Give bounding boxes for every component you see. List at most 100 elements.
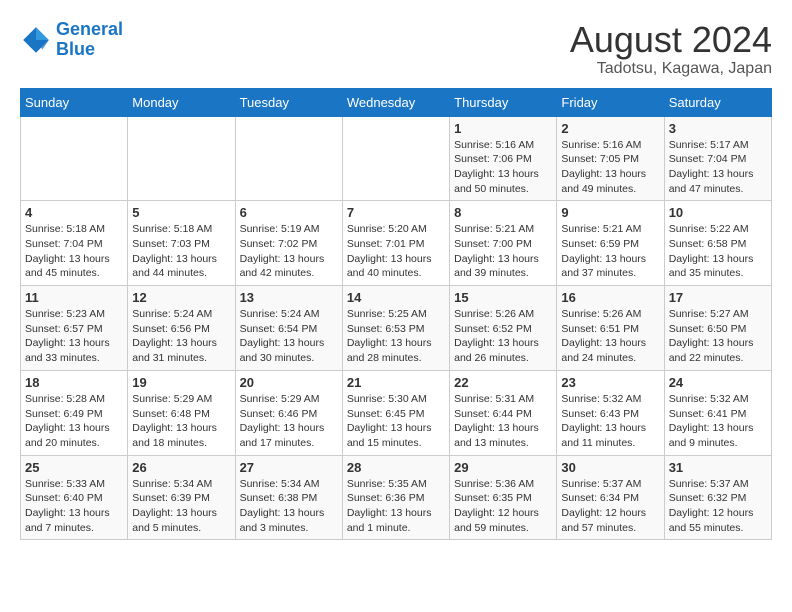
day-cell: 15Sunrise: 5:26 AM Sunset: 6:52 PM Dayli… [450, 286, 557, 371]
day-number: 28 [347, 460, 445, 475]
day-cell: 6Sunrise: 5:19 AM Sunset: 7:02 PM Daylig… [235, 201, 342, 286]
day-cell: 10 Sunrise: 5:22 AM Sunset: 6:58 PM Dayli… [664, 201, 771, 286]
day-number: 7 [347, 205, 445, 220]
calendar-table: SundayMondayTuesdayWednesdayThursdayFrid… [20, 88, 772, 541]
day-info: Sunrise: 5:27 AM Sunset: 6:50 PM Dayligh… [669, 307, 767, 366]
day-info: Sunrise: 5:34 AM Sunset: 6:38 PM Dayligh… [240, 477, 338, 536]
day-info: Sunrise: 5:21 AM Sunset: 7:00 PM Dayligh… [454, 222, 552, 281]
day-cell: 12Sunrise: 5:24 AM Sunset: 6:56 PM Dayli… [128, 286, 235, 371]
weekday-header-wednesday: Wednesday [342, 88, 449, 116]
day-info: Sunrise: 5:30 AM Sunset: 6:45 PM Dayligh… [347, 392, 445, 451]
day-info: Sunrise: 5:26 AM Sunset: 6:51 PM Dayligh… [561, 307, 659, 366]
day-info: Sunrise: 5:36 AM Sunset: 6:35 PM Dayligh… [454, 477, 552, 536]
day-number: 2 [561, 121, 659, 136]
day-cell: 24 Sunrise: 5:32 AM Sunset: 6:41 PM Dayli… [664, 370, 771, 455]
day-number: 19 [132, 375, 230, 390]
day-number: 30 [561, 460, 659, 475]
day-info: Sunrise: 5:24 AM Sunset: 6:56 PM Dayligh… [132, 307, 230, 366]
day-cell: 5Sunrise: 5:18 AM Sunset: 7:03 PM Daylig… [128, 201, 235, 286]
day-number: 1 [454, 121, 552, 136]
day-cell: 11Sunrise: 5:23 AM Sunset: 6:57 PM Dayli… [21, 286, 128, 371]
day-number: 17 [669, 290, 767, 305]
day-number: 11 [25, 290, 123, 305]
day-cell: 17 Sunrise: 5:27 AM Sunset: 6:50 PM Dayli… [664, 286, 771, 371]
day-number: 24 [669, 375, 767, 390]
day-number: 31 [669, 460, 767, 475]
title-block: August 2024 Tadotsu, Kagawa, Japan [570, 20, 772, 78]
day-cell [342, 116, 449, 201]
day-number: 29 [454, 460, 552, 475]
day-number: 4 [25, 205, 123, 220]
weekday-header-tuesday: Tuesday [235, 88, 342, 116]
weekday-header-monday: Monday [128, 88, 235, 116]
day-info: Sunrise: 5:16 AM Sunset: 7:06 PM Dayligh… [454, 138, 552, 197]
day-cell: 19 Sunrise: 5:29 AM Sunset: 6:48 PM Dayli… [128, 370, 235, 455]
day-info: Sunrise: 5:25 AM Sunset: 6:53 PM Dayligh… [347, 307, 445, 366]
page-header: General Blue August 2024 Tadotsu, Kagawa… [20, 20, 772, 78]
day-info: Sunrise: 5:35 AM Sunset: 6:36 PM Dayligh… [347, 477, 445, 536]
day-info: Sunrise: 5:32 AM Sunset: 6:41 PM Dayligh… [669, 392, 767, 451]
logo-line1: General [56, 19, 123, 39]
day-number: 21 [347, 375, 445, 390]
weekday-header-saturday: Saturday [664, 88, 771, 116]
day-cell: 20Sunrise: 5:29 AM Sunset: 6:46 PM Dayli… [235, 370, 342, 455]
weekday-header-friday: Friday [557, 88, 664, 116]
day-cell: 8 Sunrise: 5:21 AM Sunset: 7:00 PM Daylig… [450, 201, 557, 286]
day-cell: 13 Sunrise: 5:24 AM Sunset: 6:54 PM Dayli… [235, 286, 342, 371]
day-info: Sunrise: 5:17 AM Sunset: 7:04 PM Dayligh… [669, 138, 767, 197]
day-cell: 30Sunrise: 5:37 AM Sunset: 6:34 PM Dayli… [557, 455, 664, 540]
day-cell: 23Sunrise: 5:32 AM Sunset: 6:43 PM Dayli… [557, 370, 664, 455]
week-row-1: 1 Sunrise: 5:16 AM Sunset: 7:06 PM Daylig… [21, 116, 772, 201]
day-info: Sunrise: 5:20 AM Sunset: 7:01 PM Dayligh… [347, 222, 445, 281]
day-cell: 4 Sunrise: 5:18 AM Sunset: 7:04 PM Daylig… [21, 201, 128, 286]
day-number: 9 [561, 205, 659, 220]
day-number: 27 [240, 460, 338, 475]
day-info: Sunrise: 5:31 AM Sunset: 6:44 PM Dayligh… [454, 392, 552, 451]
logo-icon [20, 24, 52, 56]
day-cell: 29 Sunrise: 5:36 AM Sunset: 6:35 PM Dayli… [450, 455, 557, 540]
day-info: Sunrise: 5:26 AM Sunset: 6:52 PM Dayligh… [454, 307, 552, 366]
day-cell: 3 Sunrise: 5:17 AM Sunset: 7:04 PM Daylig… [664, 116, 771, 201]
day-info: Sunrise: 5:29 AM Sunset: 6:48 PM Dayligh… [132, 392, 230, 451]
weekday-header-row: SundayMondayTuesdayWednesdayThursdayFrid… [21, 88, 772, 116]
day-info: Sunrise: 5:33 AM Sunset: 6:40 PM Dayligh… [25, 477, 123, 536]
logo-line2: Blue [56, 39, 95, 59]
day-info: Sunrise: 5:24 AM Sunset: 6:54 PM Dayligh… [240, 307, 338, 366]
day-info: Sunrise: 5:16 AM Sunset: 7:05 PM Dayligh… [561, 138, 659, 197]
week-row-3: 11Sunrise: 5:23 AM Sunset: 6:57 PM Dayli… [21, 286, 772, 371]
day-cell: 1 Sunrise: 5:16 AM Sunset: 7:06 PM Daylig… [450, 116, 557, 201]
day-cell [21, 116, 128, 201]
day-info: Sunrise: 5:34 AM Sunset: 6:39 PM Dayligh… [132, 477, 230, 536]
day-info: Sunrise: 5:19 AM Sunset: 7:02 PM Dayligh… [240, 222, 338, 281]
weekday-header-thursday: Thursday [450, 88, 557, 116]
day-cell: 31 Sunrise: 5:37 AM Sunset: 6:32 PM Dayli… [664, 455, 771, 540]
day-number: 13 [240, 290, 338, 305]
day-cell: 26 Sunrise: 5:34 AM Sunset: 6:39 PM Dayli… [128, 455, 235, 540]
logo: General Blue [20, 20, 123, 60]
day-cell [128, 116, 235, 201]
day-cell: 18 Sunrise: 5:28 AM Sunset: 6:49 PM Dayli… [21, 370, 128, 455]
day-number: 8 [454, 205, 552, 220]
day-number: 18 [25, 375, 123, 390]
day-cell: 7 Sunrise: 5:20 AM Sunset: 7:01 PM Daylig… [342, 201, 449, 286]
day-number: 26 [132, 460, 230, 475]
day-cell: 27 Sunrise: 5:34 AM Sunset: 6:38 PM Dayli… [235, 455, 342, 540]
day-number: 10 [669, 205, 767, 220]
day-cell [235, 116, 342, 201]
day-info: Sunrise: 5:18 AM Sunset: 7:03 PM Dayligh… [132, 222, 230, 281]
location: Tadotsu, Kagawa, Japan [570, 60, 772, 78]
day-cell: 28 Sunrise: 5:35 AM Sunset: 6:36 PM Dayli… [342, 455, 449, 540]
day-cell: 9Sunrise: 5:21 AM Sunset: 6:59 PM Daylig… [557, 201, 664, 286]
day-number: 16 [561, 290, 659, 305]
day-number: 20 [240, 375, 338, 390]
day-cell: 25 Sunrise: 5:33 AM Sunset: 6:40 PM Dayli… [21, 455, 128, 540]
day-number: 22 [454, 375, 552, 390]
day-info: Sunrise: 5:22 AM Sunset: 6:58 PM Dayligh… [669, 222, 767, 281]
day-cell: 16 Sunrise: 5:26 AM Sunset: 6:51 PM Dayli… [557, 286, 664, 371]
day-info: Sunrise: 5:18 AM Sunset: 7:04 PM Dayligh… [25, 222, 123, 281]
day-number: 25 [25, 460, 123, 475]
logo-text: General Blue [56, 20, 123, 60]
day-info: Sunrise: 5:28 AM Sunset: 6:49 PM Dayligh… [25, 392, 123, 451]
day-info: Sunrise: 5:37 AM Sunset: 6:32 PM Dayligh… [669, 477, 767, 536]
day-number: 3 [669, 121, 767, 136]
